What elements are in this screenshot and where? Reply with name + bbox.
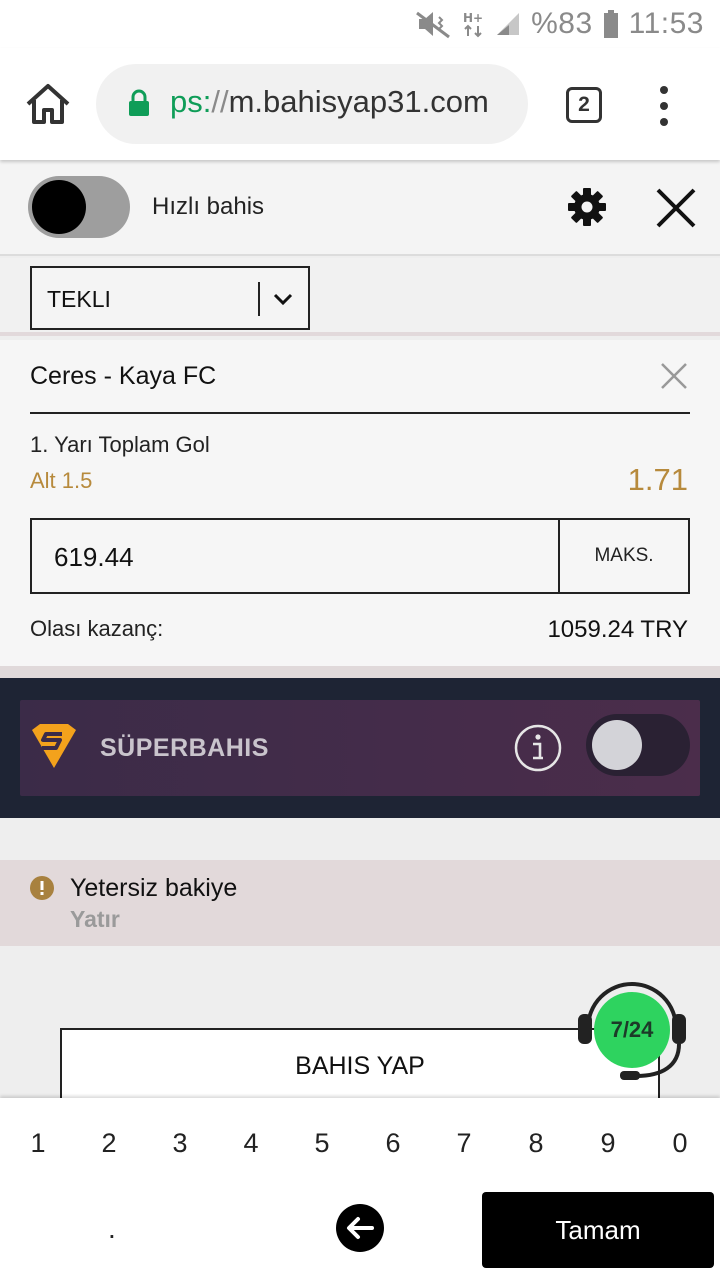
mute-icon <box>415 9 453 39</box>
key-2[interactable]: 2 <box>87 1128 131 1159</box>
place-bet-button[interactable]: BAHIS YAP <box>60 1028 660 1098</box>
gear-icon[interactable] <box>566 186 608 228</box>
remove-bet-icon[interactable] <box>660 362 688 390</box>
support-badge: 7/24 <box>594 992 670 1068</box>
url-host: m.bahisyap31.com <box>228 84 489 119</box>
stake-input[interactable]: 619.44 MAKS. <box>30 518 690 594</box>
home-icon <box>26 84 70 124</box>
max-stake-label: MAKS. <box>594 545 654 566</box>
bet-type-bar: TEKLI <box>0 258 720 336</box>
battery-icon <box>603 9 619 39</box>
live-support-button[interactable]: 7/24 <box>576 980 688 1084</box>
tabs-button[interactable]: 2 <box>566 87 602 123</box>
overflow-menu-icon[interactable] <box>654 86 674 126</box>
max-stake-button[interactable]: MAKS. <box>558 520 688 592</box>
info-icon[interactable] <box>514 724 562 772</box>
key-8[interactable]: 8 <box>514 1128 558 1159</box>
superbet-banner: SÜPERBAHIS <box>20 700 700 796</box>
url-separator: // <box>211 84 229 119</box>
digit-row: 1 2 3 4 5 6 7 8 9 0 <box>0 1128 720 1168</box>
quick-bet-label: Hızlı bahis <box>152 193 265 220</box>
key-4[interactable]: 4 <box>229 1128 273 1159</box>
stake-value: 619.44 <box>54 542 134 572</box>
key-3[interactable]: 3 <box>158 1128 202 1159</box>
key-1[interactable]: 1 <box>16 1128 60 1159</box>
superbet-logo-icon <box>32 724 76 768</box>
quick-bet-toggle[interactable] <box>28 176 130 238</box>
select-divider <box>258 282 260 316</box>
backspace-arrow-icon[interactable] <box>336 1204 384 1252</box>
chevron-down-icon <box>273 293 293 306</box>
numeric-keyboard: 1 2 3 4 5 6 7 8 9 0 . Tamam <box>0 1098 720 1280</box>
bet-card: Ceres - Kaya FC 1. Yarı Toplam Gol Alt 1… <box>0 340 720 666</box>
done-key-label: Tamam <box>555 1214 641 1245</box>
browser-toolbar: ps://m.bahisyap31.com 2 <box>0 48 720 160</box>
superbet-label: SÜPERBAHIS <box>100 734 269 762</box>
warning-title: Yetersiz bakiye <box>70 874 238 902</box>
url-scheme: ps: <box>170 84 212 119</box>
lock-icon <box>129 89 149 116</box>
done-key[interactable]: Tamam <box>482 1192 714 1268</box>
battery-percent: %83 <box>531 7 593 40</box>
betslip-header: Hızlı bahis <box>0 160 720 256</box>
section-divider <box>0 666 720 678</box>
bet-type-value: TEKLI <box>47 286 111 312</box>
market-name: 1. Yarı Toplam Gol <box>30 432 210 457</box>
network-h-plus-icon: H+ <box>463 9 485 39</box>
deposit-link[interactable]: Yatır <box>70 906 120 933</box>
key-7[interactable]: 7 <box>442 1128 486 1159</box>
key-0[interactable]: 0 <box>658 1128 702 1159</box>
svg-text:H+: H+ <box>463 11 483 25</box>
key-9[interactable]: 9 <box>586 1128 630 1159</box>
home-button[interactable] <box>22 78 74 130</box>
insufficient-balance-alert: Yetersiz bakiye Yatır <box>0 860 720 946</box>
potential-win-value: 1059.24 TRY <box>547 616 688 643</box>
warning-icon <box>30 876 54 900</box>
toggle-knob <box>592 720 642 770</box>
signal-icon <box>495 11 521 37</box>
close-icon[interactable] <box>654 186 698 230</box>
selection-name: Alt 1.5 <box>30 468 93 493</box>
clock: 11:53 <box>628 7 704 40</box>
address-bar[interactable]: ps://m.bahisyap31.com <box>96 64 528 144</box>
place-bet-label: BAHIS YAP <box>295 1052 425 1080</box>
bet-type-select[interactable]: TEKLI <box>30 266 310 330</box>
status-bar-icons: H+ %83 11:53 <box>415 6 704 42</box>
key-dot[interactable]: . <box>108 1213 116 1245</box>
status-bar: H+ %83 11:53 <box>0 0 720 48</box>
key-6[interactable]: 6 <box>371 1128 415 1159</box>
divider <box>30 412 690 414</box>
match-name: Ceres - Kaya FC <box>30 362 217 390</box>
superbet-toggle[interactable] <box>586 714 690 776</box>
key-5[interactable]: 5 <box>300 1128 344 1159</box>
toggle-knob <box>32 180 86 234</box>
url-text: ps://m.bahisyap31.com <box>170 84 489 120</box>
tab-count: 2 <box>578 93 590 116</box>
odds-value: 1.71 <box>627 462 688 497</box>
superbet-section: SÜPERBAHIS <box>0 678 720 818</box>
betslip-page: Hızlı bahis TEKLI Ceres - Kaya FC 1. Yar… <box>0 160 720 1098</box>
potential-win-label: Olası kazanç: <box>30 616 164 641</box>
